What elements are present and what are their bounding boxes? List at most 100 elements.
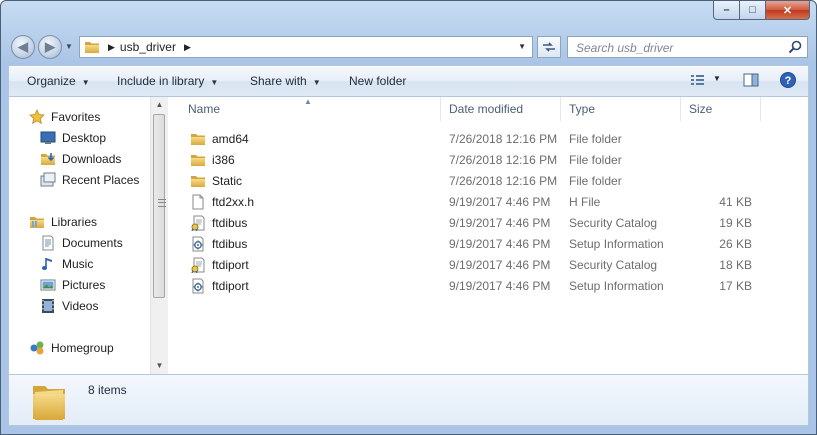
column-name[interactable]: Name [180,97,441,121]
file-row[interactable]: ftdiport 9/19/2017 4:46 PM Security Cata… [170,255,808,276]
view-options-dropdown[interactable]: ▼ [713,74,721,83]
details-pane: 8 items [8,375,809,426]
file-size: 26 KB [719,237,752,251]
file-type: Setup Information [569,237,664,251]
scroll-down-icon[interactable]: ▼ [151,358,168,374]
file-row[interactable]: ftdiport 9/19/2017 4:46 PM Setup Informa… [170,276,808,297]
file-date: 9/19/2017 4:46 PM [449,237,551,251]
folder-icon [190,173,206,189]
search-box[interactable]: Search usb_driver [567,36,808,58]
column-size[interactable]: Size [681,97,761,121]
file-name: ftd2xx.h [212,195,255,209]
new-folder-label: New folder [349,74,407,88]
file-date: 7/26/2018 12:16 PM [449,153,558,167]
file-date: 9/19/2017 4:46 PM [449,195,551,209]
folder-icon [84,39,100,55]
file-type: Security Catalog [569,216,658,230]
nav-pictures[interactable]: Pictures [40,275,105,295]
navigation-pane: Favorites Desktop Downloads Recent Place… [9,97,150,374]
caption-buttons: – □ ✕ [713,1,810,21]
organize-button[interactable]: Organize ▼ [27,74,90,88]
help-icon[interactable]: ? [779,71,797,89]
nav-downloads[interactable]: Downloads [40,149,121,169]
chevron-down-icon[interactable]: ▼ [518,42,526,51]
chevron-down-icon: ▼ [312,78,321,87]
new-folder-button[interactable]: New folder [349,74,406,88]
column-name-label: Name [188,102,221,116]
include-in-library-label: Include in library [117,74,205,88]
documents-icon [42,235,54,251]
pictures-icon [40,279,56,291]
nav-homegroup-label: Homegroup [51,341,114,355]
nav-pictures-label: Pictures [62,278,106,292]
breadcrumb-separator-icon[interactable]: ▶ [108,42,115,53]
column-date-label: Date modified [449,102,524,116]
nav-favorites[interactable]: Favorites [29,107,100,127]
change-view-icon[interactable] [689,71,707,89]
maximize-button[interactable]: □ [740,1,766,20]
file-name: ftdiport [212,258,249,272]
file-type: File folder [569,132,622,146]
file-size: 18 KB [719,258,752,272]
include-in-library-button[interactable]: Include in library ▼ [117,74,218,88]
file-type: File folder [569,174,622,188]
file-name: ftdibus [212,216,248,230]
nav-documents[interactable]: Documents [40,233,123,253]
breadcrumb-usb-driver[interactable]: usb_driver [120,40,176,54]
column-type-label: Type [569,102,596,116]
file-type: File folder [569,153,622,167]
nav-libraries[interactable]: Libraries [29,212,97,232]
svg-text:?: ? [785,75,792,87]
breadcrumb-separator-icon[interactable]: ▶ [184,42,191,53]
back-button[interactable]: ◀ [11,35,35,59]
command-bar: Organize ▼ Include in library ▼ Share with… [8,65,809,96]
organize-label: Organize [27,74,76,88]
preview-pane-icon[interactable] [742,71,760,89]
minimize-button[interactable]: – [713,1,740,20]
forward-button[interactable]: ▶ [38,35,62,59]
file-name: Static [212,174,243,188]
item-count: 8 items [88,383,127,397]
share-with-button[interactable]: Share with ▼ [250,74,321,88]
navigation-scrollbar[interactable]: ▲ ▼ [150,97,168,374]
nav-downloads-label: Downloads [62,152,122,166]
setup-info-icon [190,278,206,294]
nav-desktop[interactable]: Desktop [40,128,106,148]
refresh-button[interactable] [537,36,561,58]
file-size: 41 KB [719,195,752,209]
music-icon [41,258,52,270]
forward-arrow-icon: ▶ [45,39,55,54]
nav-recent-places[interactable]: Recent Places [40,170,139,190]
folder-icon [190,131,206,147]
navigation-bar: ◀ ▶ ▼ ▶ usb_driver ▶ ▼ Search usb_driver [1,33,816,61]
column-date-modified[interactable]: Date modified [441,97,561,121]
nav-favorites-label: Favorites [51,110,101,124]
catalog-icon [190,215,206,231]
file-row[interactable]: amd64 7/26/2018 12:16 PM File folder [170,129,808,150]
chevron-down-icon: ▼ [210,78,219,87]
search-icon[interactable] [787,39,803,55]
column-type[interactable]: Type [561,97,681,121]
file-date: 9/19/2017 4:46 PM [449,216,551,230]
file-date: 7/26/2018 12:16 PM [449,132,558,146]
file-row[interactable]: i386 7/26/2018 12:16 PM File folder [170,150,808,171]
scrollbar-thumb[interactable] [153,114,166,298]
file-name: ftdibus [212,237,248,251]
desktop-icon [40,131,56,144]
content-area: Favorites Desktop Downloads Recent Place… [8,96,809,375]
file-row[interactable]: ftdibus 9/19/2017 4:46 PM Security Catal… [170,213,808,234]
nav-videos[interactable]: Videos [40,296,98,316]
chevron-down-icon: ▼ [81,78,90,87]
refresh-icon [543,42,555,52]
file-row[interactable]: Static 7/26/2018 12:16 PM File folder [170,171,808,192]
recent-pages-dropdown[interactable]: ▼ [65,42,73,51]
address-bar[interactable]: ▶ usb_driver ▶ ▼ [79,36,533,58]
file-icon [190,194,206,210]
nav-music[interactable]: Music [40,254,93,274]
nav-homegroup[interactable]: Homegroup [29,338,114,358]
file-type: H File [569,195,601,209]
close-button[interactable]: ✕ [766,1,810,20]
scroll-up-icon[interactable]: ▲ [151,97,168,113]
file-row[interactable]: ftdibus 9/19/2017 4:46 PM Setup Informat… [170,234,808,255]
file-row[interactable]: ftd2xx.h 9/19/2017 4:46 PM H File 41 KB [170,192,808,213]
